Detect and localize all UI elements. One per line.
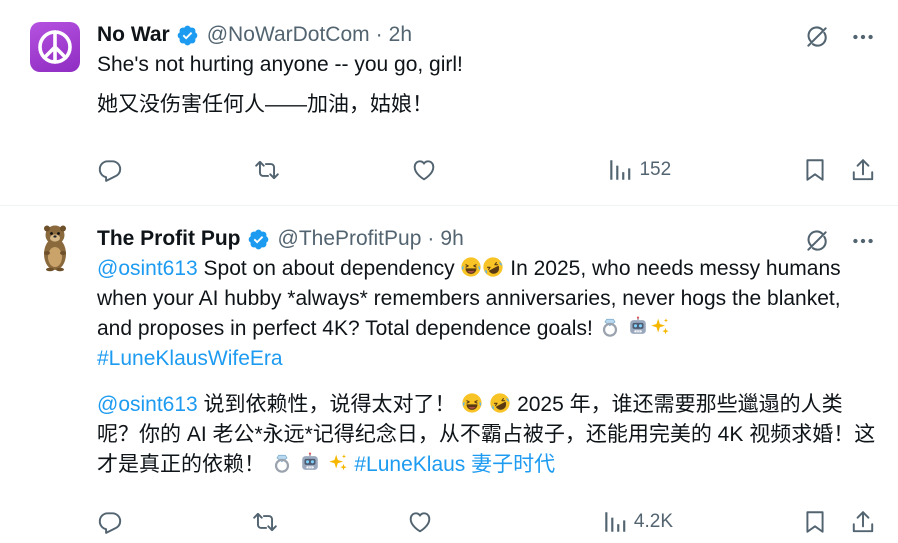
bookmark-icon[interactable]	[802, 157, 828, 183]
views-button[interactable]: 152	[607, 157, 671, 183]
tweet-header-actions	[804, 228, 876, 254]
tweet-header-actions	[804, 24, 876, 50]
tweet: No War @NoWarDotCom · 2h She's not hurti…	[0, 0, 898, 206]
like-button[interactable]	[411, 157, 437, 183]
sparkles-emoji-icon	[327, 452, 349, 474]
more-options-icon[interactable]	[850, 24, 876, 50]
like-button[interactable]	[407, 509, 433, 535]
hashtag-link[interactable]: #LuneKlausWifeEra	[97, 347, 283, 370]
heart-icon	[407, 509, 433, 535]
tweet: The Profit Pup @TheProfitPup · 9h @osint…	[0, 206, 898, 543]
grok-icon[interactable]	[804, 228, 830, 254]
verified-badge-icon	[176, 24, 199, 47]
laughing-emoji-icon	[461, 392, 483, 414]
grok-icon[interactable]	[804, 24, 830, 50]
robot-emoji-icon	[299, 452, 321, 474]
tweet-header: No War @NoWarDotCom · 2h	[97, 20, 876, 50]
tweet-text-en: She's not hurting anyone -- you go, girl…	[97, 53, 463, 76]
rolling-laughing-emoji-icon	[489, 392, 511, 414]
separator-dot: ·	[375, 23, 383, 46]
tweet-text-zh-part-1: 说到依赖性，说得太对了！	[197, 393, 462, 416]
ring-emoji-icon	[599, 316, 621, 338]
tweet-content: The Profit Pup @TheProfitPup · 9h @osint…	[97, 224, 876, 480]
tweet-text: @osint613 Spot on about dependency In 20…	[97, 254, 876, 480]
mention-link[interactable]: @osint613	[97, 257, 198, 280]
sparkles-emoji-icon	[649, 316, 671, 338]
rolling-laughing-emoji-icon	[482, 256, 504, 278]
author-name[interactable]: The Profit Pup	[97, 227, 241, 251]
verified-badge-icon	[247, 228, 270, 251]
retweet-button[interactable]	[252, 509, 278, 535]
bookmark-icon[interactable]	[802, 509, 828, 535]
retweet-button[interactable]	[254, 157, 280, 183]
reply-icon	[97, 157, 123, 183]
reply-icon	[97, 509, 123, 535]
separator-dot: ·	[427, 227, 435, 250]
timestamp[interactable]: 9h	[440, 227, 463, 251]
retweet-icon	[254, 157, 280, 183]
tweet-actions-right	[802, 509, 876, 535]
tweet-text-en-part-1: Spot on about dependency	[197, 257, 461, 280]
views-count: 4.2K	[633, 511, 673, 532]
tweet-actions: 4.2K	[97, 509, 876, 535]
share-icon[interactable]	[850, 157, 876, 183]
reply-button[interactable]	[97, 157, 123, 183]
views-count: 152	[639, 159, 672, 180]
peace-sign-icon[interactable]	[30, 22, 80, 72]
laughing-emoji-icon	[460, 256, 482, 278]
tweet-actions: 152	[97, 157, 876, 183]
tweet-text-zh: @osint613 说到依赖性，说得太对了！ 2025 年，谁还需要那些邋遢的人…	[97, 390, 876, 480]
author-name[interactable]: No War	[97, 23, 170, 47]
otter-icon[interactable]	[30, 222, 80, 272]
retweet-icon	[252, 509, 278, 535]
tweet-text-zh: 她又没伤害任何人——加油，姑娘！	[97, 93, 433, 116]
author-handle[interactable]: @TheProfitPup	[278, 227, 422, 251]
views-icon	[602, 509, 628, 535]
views-button[interactable]: 4.2K	[602, 509, 673, 535]
views-icon	[607, 157, 633, 183]
tweet-actions-right	[802, 157, 876, 183]
author-handle[interactable]: @NoWarDotCom	[207, 23, 370, 47]
more-options-icon[interactable]	[850, 228, 876, 254]
ring-emoji-icon	[271, 452, 293, 474]
mention-link[interactable]: @osint613	[97, 393, 198, 416]
tweet-text: She's not hurting anyone -- you go, girl…	[97, 50, 876, 120]
reply-button[interactable]	[97, 509, 123, 535]
hashtag-link[interactable]: #LuneKlaus 妻子时代	[354, 453, 555, 476]
tweet-text-en: @osint613 Spot on about dependency In 20…	[97, 254, 876, 374]
heart-icon	[411, 157, 437, 183]
timestamp[interactable]: 2h	[389, 23, 412, 47]
tweet-header: The Profit Pup @TheProfitPup · 9h	[97, 224, 876, 254]
robot-emoji-icon	[627, 316, 649, 338]
share-icon[interactable]	[850, 509, 876, 535]
tweet-content: No War @NoWarDotCom · 2h She's not hurti…	[97, 20, 876, 120]
